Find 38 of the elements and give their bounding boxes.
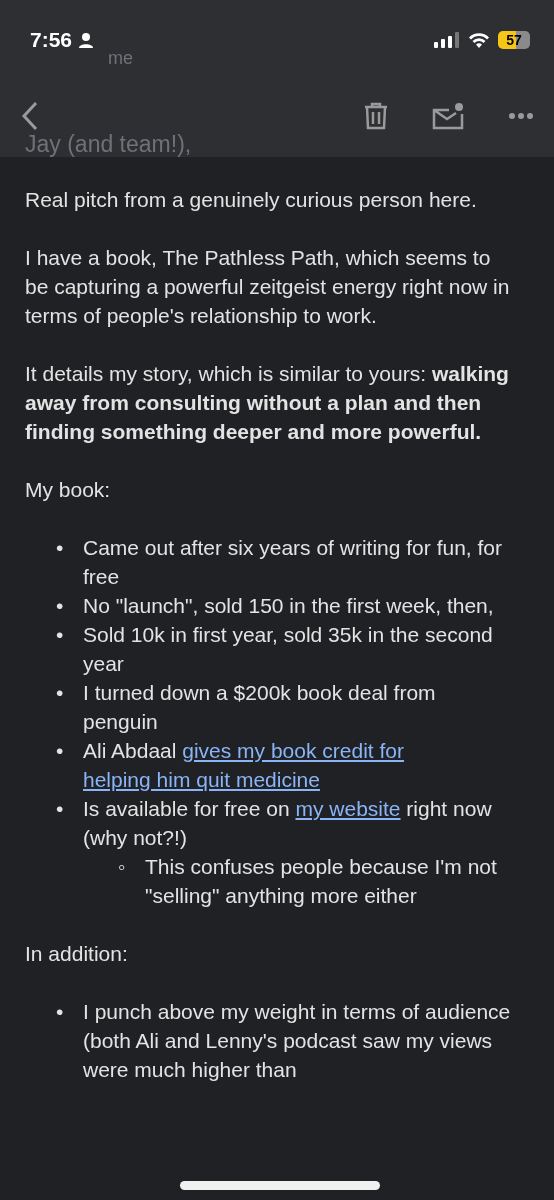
list-item: I punch above my weight in terms of audience (both Ali and Lenny's podcast saw my views were much higher than — [83, 999, 512, 1083]
clock-time: 7:56 — [30, 28, 73, 52]
paragraph: It details my story, which is similar to yours: walking away from consulting without a plan and then finding something deeper and more powerful. — [25, 361, 510, 445]
list-item: This confuses people because I'm not "selling" anything more either — [145, 854, 498, 909]
link[interactable]: my website — [295, 797, 401, 820]
bullet: • — [56, 738, 65, 764]
list-item: No "launch", sold 150 in the first week, then, — [83, 593, 495, 619]
link[interactable]: gives my book credit for — [182, 739, 404, 762]
more-icon — [508, 112, 534, 120]
more-button[interactable] — [508, 112, 534, 120]
envelope-icon — [432, 102, 464, 130]
list-item: Sold 10k in first year, sold 35k in the second year — [83, 622, 494, 677]
bullet: • — [56, 593, 65, 619]
bullet: • — [56, 535, 65, 561]
wifi-icon — [468, 32, 490, 48]
person-icon — [78, 32, 95, 48]
battery-level: 57 — [498, 31, 530, 49]
list-item: I turned down a $200k book deal from penguin — [83, 680, 437, 735]
delete-button[interactable] — [364, 102, 388, 130]
paragraph: In addition: — [25, 941, 129, 967]
bullet: • — [56, 999, 65, 1025]
trash-icon — [364, 102, 388, 130]
signal-icon — [434, 32, 460, 48]
bullet: • — [56, 680, 65, 706]
mark-unread-button[interactable] — [432, 102, 464, 130]
paragraph: I have a book, The Pathless Path, which seems to be capturing a powerful zeitgeist energy right now in terms of people's relationship to work. — [25, 245, 511, 329]
paragraph: Real pitch from a genuinely curious person here. — [25, 187, 478, 213]
greeting-text: Jay (and team!), — [25, 131, 192, 158]
list-item: Is available for free on my website right now (why not?!) — [83, 796, 493, 851]
bullet: ◦ — [118, 854, 127, 880]
link[interactable]: helping him quit medicine — [83, 768, 320, 791]
sender-name: me — [108, 48, 133, 69]
list-item: Came out after six years of writing for fun, for free — [83, 535, 503, 590]
paragraph: My book: — [25, 477, 112, 503]
back-button[interactable] — [20, 101, 40, 131]
bullet: • — [56, 622, 65, 648]
bullet: • — [56, 796, 65, 822]
back-icon — [20, 101, 40, 131]
